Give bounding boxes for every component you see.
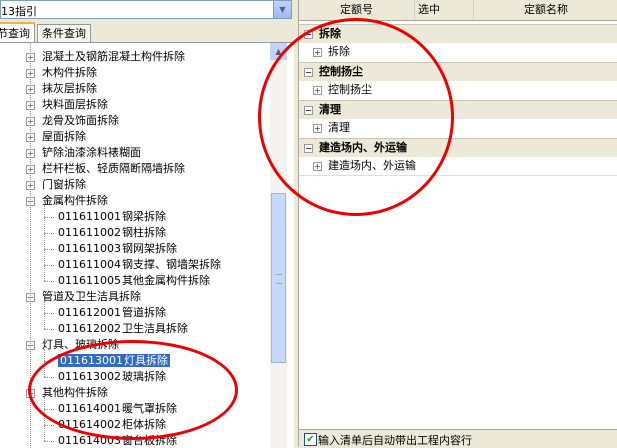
tree-leaf[interactable]: 011611004钢支撑、钢墙架拆除 [44, 257, 221, 273]
tree-connector [44, 441, 54, 442]
tree-leaf[interactable]: 011611001钢梁拆除 [44, 209, 166, 225]
annotation-circle [258, 18, 454, 216]
guide-select[interactable]: 13指引 ▼ [0, 0, 292, 19]
chevron-down-icon[interactable]: ▼ [273, 1, 291, 18]
tree-leaf[interactable]: 011612001管道拆除 [44, 305, 166, 321]
tree-leaf[interactable]: 011612002卫生洁具拆除 [44, 321, 188, 337]
tree-connector [44, 425, 54, 426]
item-label: 管道拆除 [122, 306, 166, 319]
tree-connector [44, 281, 54, 282]
tree-connector [44, 217, 54, 218]
leaf-content: 011611003钢网架拆除 [58, 242, 177, 255]
annotation-circle [28, 340, 238, 440]
tree-leaf[interactable]: 011611002钢柱拆除 [44, 225, 166, 241]
leaf-content: 011612002卫生洁具拆除 [58, 322, 188, 335]
query-tabs: 节查询 条件查询 [0, 22, 296, 43]
tab-section-query[interactable]: 节查询 [0, 22, 35, 43]
tree-branch[interactable]: + 块料面层拆除 [26, 97, 108, 113]
tree-branch[interactable]: + 栏杆栏板、轻质隔断隔墙拆除 [26, 161, 185, 177]
item-code: 011611002 [58, 226, 121, 239]
tree-connector [44, 233, 54, 234]
item-code: 011612001 [58, 306, 121, 319]
tree-guide-line [44, 205, 45, 281]
tree-connector [44, 329, 54, 330]
tree-branch-label: 抹灰层拆除 [42, 82, 97, 95]
tree-branch-label: 混凝土及钢筋混凝土构件拆除 [42, 50, 185, 63]
tree-guide-line [44, 301, 45, 329]
tree-connector [44, 265, 54, 266]
item-label: 钢梁拆除 [122, 210, 166, 223]
leaf-content: 011611002钢柱拆除 [58, 226, 166, 239]
tree-branch[interactable]: + 抹灰层拆除 [26, 81, 97, 97]
column-header-quota-no[interactable]: 定额号 [299, 0, 415, 20]
item-label: 钢柱拆除 [122, 226, 166, 239]
tree-connector [44, 249, 54, 250]
tree-leaf[interactable]: 011611003钢网架拆除 [44, 241, 177, 257]
tree-branch[interactable]: + 门窗拆除 [26, 177, 86, 193]
item-code: 011612002 [58, 322, 121, 335]
tree-branch[interactable]: − 金属构件拆除 [26, 193, 108, 209]
leaf-content: 011612001管道拆除 [58, 306, 166, 319]
leaf-content: 011611004钢支撑、钢墙架拆除 [58, 258, 221, 271]
tree-branch[interactable]: + 混凝土及钢筋混凝土构件拆除 [26, 49, 185, 65]
item-label: 其他金属构件拆除 [122, 274, 210, 287]
item-code: 011611003 [58, 242, 121, 255]
auto-content-label: 输入清单后自动带出工程内容行 [318, 434, 472, 447]
guide-select-value: 13指引 [1, 5, 37, 18]
tree-branch-label: 管道及卫生洁具拆除 [42, 290, 141, 303]
item-label: 卫生洁具拆除 [122, 322, 188, 335]
scrollbar-thumb[interactable] [271, 193, 286, 363]
grip-icon [276, 274, 282, 284]
tree-branch-label: 栏杆栏板、轻质隔断隔墙拆除 [42, 162, 185, 175]
tree-branch[interactable]: + 木构件拆除 [26, 65, 97, 81]
tree-leaf[interactable]: 011611005其他金属构件拆除 [44, 273, 210, 289]
item-code: 011611004 [58, 258, 121, 271]
tree-branch[interactable]: − 管道及卫生洁具拆除 [26, 289, 141, 305]
item-label: 钢支撑、钢墙架拆除 [122, 258, 221, 271]
footer-bar: ✔ 输入清单后自动带出工程内容行 [299, 429, 617, 448]
tree-branch-label: 木构件拆除 [42, 66, 97, 79]
tree-branch-label: 块料面层拆除 [42, 98, 108, 111]
leaf-content: 011611001钢梁拆除 [58, 210, 166, 223]
tree-connector [44, 313, 54, 314]
item-label: 钢网架拆除 [122, 242, 177, 255]
column-header-selected[interactable]: 选中 [414, 0, 474, 20]
tab-condition-query[interactable]: 条件查询 [37, 24, 91, 42]
tree-branch-label: 龙骨及饰面拆除 [42, 114, 119, 127]
tree-branch[interactable]: + 铲除油漆涂料裱糊面 [26, 145, 141, 161]
column-header-quota-name[interactable]: 定额名称 [474, 0, 617, 20]
tree-branch[interactable]: + 龙骨及饰面拆除 [26, 113, 119, 129]
tree-branch-label: 铲除油漆涂料裱糊面 [42, 146, 141, 159]
item-code: 011611001 [58, 210, 121, 223]
leaf-content: 011611005其他金属构件拆除 [58, 274, 210, 287]
tree-branch[interactable]: + 屋面拆除 [26, 129, 86, 145]
tree-branch-label: 屋面拆除 [42, 130, 86, 143]
item-code: 011611005 [58, 274, 121, 287]
tree-branch-label: 金属构件拆除 [42, 194, 108, 207]
tree-branch-label: 门窗拆除 [42, 178, 86, 191]
auto-content-checkbox[interactable]: ✔ [304, 433, 317, 446]
